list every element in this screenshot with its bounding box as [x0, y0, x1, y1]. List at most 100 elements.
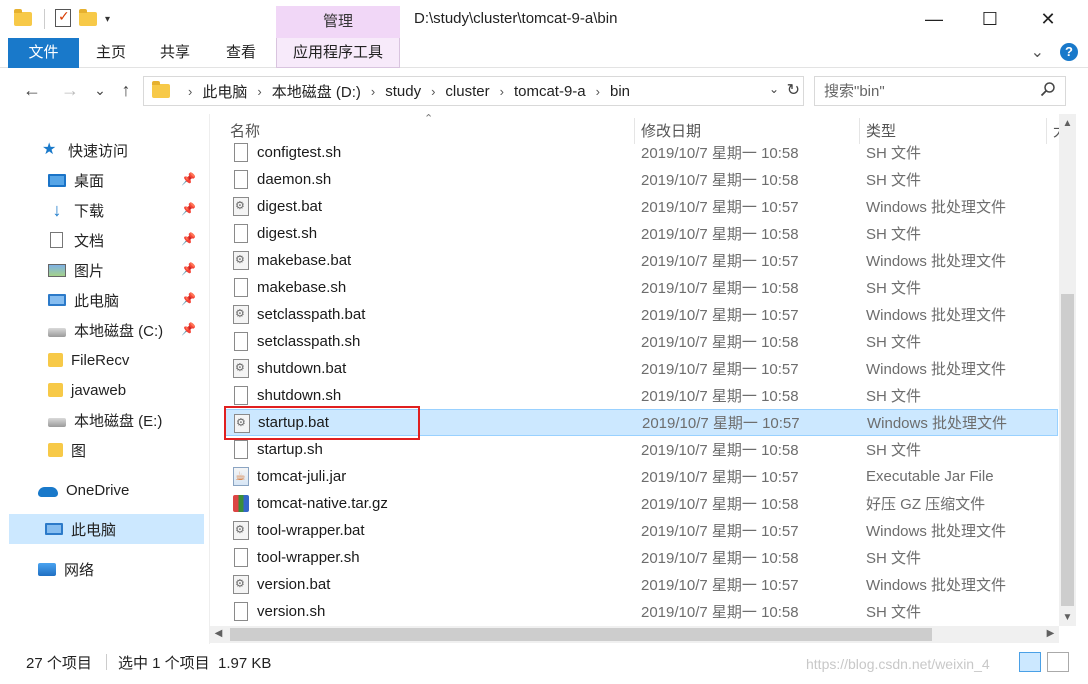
file-type: SH 文件 — [866, 550, 922, 567]
sidebar-item-drive-e[interactable]: 本地磁盘 (E:) — [0, 405, 204, 435]
file-row[interactable]: startup.bat 2019/10/7 星期一 10:57 Windows 批处… — [224, 409, 1058, 436]
drive-icon — [48, 417, 66, 427]
sidebar-item-label: 网络 — [64, 561, 95, 579]
column-header-date[interactable]: 修改日期 — [641, 120, 701, 141]
pin-icon[interactable]: 📌 — [181, 232, 196, 246]
help-icon[interactable]: ? — [1060, 43, 1078, 61]
sidebar-item-label: 图 — [71, 442, 87, 460]
up-button[interactable]: ↑ — [114, 80, 138, 101]
scroll-up-icon[interactable]: ▲ — [1059, 118, 1076, 129]
address-dropdown-icon[interactable]: ⌄ — [769, 82, 779, 96]
file-row[interactable]: tool-wrapper.bat 2019/10/7 星期一 10:57 Windo… — [224, 517, 1058, 544]
scroll-right-icon[interactable]: ▶ — [1042, 628, 1059, 639]
status-bar: 27 个项目 选中 1 个项目 1.97 KB https://blog.csd… — [0, 644, 1088, 684]
vertical-scrollbar[interactable]: ▲ ▼ — [1059, 114, 1076, 626]
file-name: tool-wrapper.sh — [257, 549, 360, 566]
minimize-button[interactable]: — — [904, 0, 964, 38]
selection-info: 选中 1 个项目 1.97 KB — [118, 655, 272, 672]
tab-home[interactable]: 主页 — [86, 38, 136, 68]
breadcrumb-separator[interactable]: › — [257, 84, 261, 99]
sidebar-item-label: 本地磁盘 (C:) — [74, 322, 164, 340]
sidebar-item-filerecv[interactable]: FileRecv — [0, 345, 204, 375]
file-row[interactable]: makebase.bat 2019/10/7 星期一 10:57 Windows 批… — [224, 247, 1058, 274]
sidebar-item-onedrive[interactable]: OneDrive — [0, 475, 204, 505]
sidebar-item-this-pc[interactable]: 此电脑 — [9, 514, 204, 544]
search-input[interactable] — [815, 77, 1025, 105]
breadcrumb-item[interactable]: bin — [610, 83, 630, 100]
file-row[interactable]: shutdown.bat 2019/10/7 星期一 10:57 Windows 批… — [224, 355, 1058, 382]
manage-context-tab[interactable]: 管理 — [276, 6, 400, 38]
breadcrumb-item[interactable]: 本地磁盘 (D:) — [272, 81, 361, 102]
horizontal-scrollbar[interactable]: ◀ ▶ — [210, 626, 1059, 643]
column-header-type[interactable]: 类型 — [866, 120, 896, 141]
file-type: SH 文件 — [866, 604, 922, 621]
file-row[interactable]: configtest.sh 2019/10/7 星期一 10:58 SH 文件 — [224, 139, 1058, 166]
new-folder-icon[interactable] — [79, 9, 99, 29]
file-row[interactable]: tool-wrapper.sh 2019/10/7 星期一 10:58 SH 文件 — [224, 544, 1058, 571]
breadcrumb-separator[interactable]: › — [596, 84, 600, 99]
tab-view[interactable]: 查看 — [216, 38, 266, 68]
sidebar-item-network[interactable]: 网络 — [0, 554, 204, 584]
sidebar-item-quick-access[interactable]: ★ 快速访问 — [0, 135, 204, 165]
folder-icon[interactable] — [14, 9, 34, 29]
pin-icon[interactable]: 📌 — [181, 172, 196, 186]
file-row[interactable]: digest.bat 2019/10/7 星期一 10:57 Windows 批处理… — [224, 193, 1058, 220]
pin-icon[interactable]: 📌 — [181, 202, 196, 216]
file-row[interactable]: makebase.sh 2019/10/7 星期一 10:58 SH 文件 — [224, 274, 1058, 301]
maximize-button[interactable]: ☐ — [960, 0, 1020, 38]
close-button[interactable]: ✕ — [1018, 0, 1078, 38]
breadcrumb-separator[interactable]: › — [188, 84, 192, 99]
sidebar-item-downloads[interactable]: ↓ 下载 📌 — [0, 195, 204, 225]
breadcrumb-item[interactable]: cluster — [445, 83, 489, 100]
pin-icon[interactable]: 📌 — [181, 262, 196, 276]
forward-button[interactable]: → — [58, 80, 82, 101]
file-row[interactable]: tomcat-juli.jar 2019/10/7 星期一 10:57 Execut… — [224, 463, 1058, 490]
column-header-name[interactable]: 名称 — [230, 120, 260, 141]
pin-icon[interactable]: 📌 — [181, 292, 196, 306]
tab-share[interactable]: 共享 — [150, 38, 200, 68]
details-view-icon[interactable] — [1019, 652, 1041, 672]
pin-icon[interactable]: 📌 — [181, 322, 196, 336]
sidebar-item-pictures[interactable]: 图片 📌 — [0, 255, 204, 285]
sidebar-item-desktop[interactable]: 桌面 📌 — [0, 165, 204, 195]
search-box[interactable] — [814, 76, 1066, 106]
file-row[interactable]: setclasspath.bat 2019/10/7 星期一 10:57 Windo… — [224, 301, 1058, 328]
navigation-bar: ← → ⌄ ↑ › 此电脑 › 本地磁盘 (D:) › study › clus… — [0, 68, 1088, 114]
sidebar-item-this-pc-quick[interactable]: 此电脑 📌 — [0, 285, 204, 315]
file-row[interactable]: startup.sh 2019/10/7 星期一 10:58 SH 文件 — [224, 436, 1058, 463]
file-date: 2019/10/7 星期一 10:58 — [641, 388, 799, 405]
file-row[interactable]: setclasspath.sh 2019/10/7 星期一 10:58 SH 文件 — [224, 328, 1058, 355]
breadcrumb-item[interactable]: study — [385, 83, 421, 100]
sidebar-item-drive-c[interactable]: 本地磁盘 (C:) 📌 — [0, 315, 204, 345]
star-icon: ★ — [42, 141, 57, 158]
breadcrumb-item[interactable]: 此电脑 — [202, 81, 247, 102]
file-row[interactable]: version.bat 2019/10/7 星期一 10:57 Windows 批处… — [224, 571, 1058, 598]
file-row[interactable]: digest.sh 2019/10/7 星期一 10:58 SH 文件 — [224, 220, 1058, 247]
recent-locations-button[interactable]: ⌄ — [88, 82, 112, 99]
tab-app-tools[interactable]: 应用程序工具 — [276, 38, 400, 68]
file-row[interactable]: version.sh 2019/10/7 星期一 10:58 SH 文件 — [224, 598, 1058, 625]
file-row[interactable]: shutdown.sh 2019/10/7 星期一 10:58 SH 文件 — [224, 382, 1058, 409]
address-bar[interactable]: › 此电脑 › 本地磁盘 (D:) › study › cluster › to… — [143, 76, 804, 106]
properties-icon[interactable] — [55, 8, 75, 29]
sidebar-item-javaweb[interactable]: javaweb — [0, 375, 204, 405]
sidebar-item-documents[interactable]: 文档 📌 — [0, 225, 204, 255]
search-icon[interactable] — [1040, 81, 1056, 97]
scroll-left-icon[interactable]: ◀ — [210, 628, 227, 639]
horizontal-scroll-thumb[interactable] — [230, 628, 932, 641]
large-icons-view-icon[interactable] — [1047, 652, 1069, 672]
scroll-down-icon[interactable]: ▼ — [1059, 612, 1076, 623]
refresh-icon[interactable]: ↻ — [787, 80, 800, 100]
breadcrumb-separator[interactable]: › — [500, 84, 504, 99]
breadcrumb-separator[interactable]: › — [371, 84, 375, 99]
vertical-scroll-thumb[interactable] — [1061, 294, 1074, 606]
breadcrumb-item[interactable]: tomcat-9-a — [514, 83, 586, 100]
file-row[interactable]: daemon.sh 2019/10/7 星期一 10:58 SH 文件 — [224, 166, 1058, 193]
expand-ribbon-icon[interactable]: ⌄ — [1031, 42, 1044, 62]
file-row[interactable]: tomcat-native.tar.gz 2019/10/7 星期一 10:58 好… — [224, 490, 1058, 517]
breadcrumb-separator[interactable]: › — [431, 84, 435, 99]
tab-file[interactable]: 文件 — [8, 38, 79, 68]
sidebar-item-tu[interactable]: 图 — [0, 435, 204, 465]
back-button[interactable]: ← — [20, 80, 44, 101]
customize-toolbar-icon[interactable]: ▾ — [105, 14, 110, 25]
